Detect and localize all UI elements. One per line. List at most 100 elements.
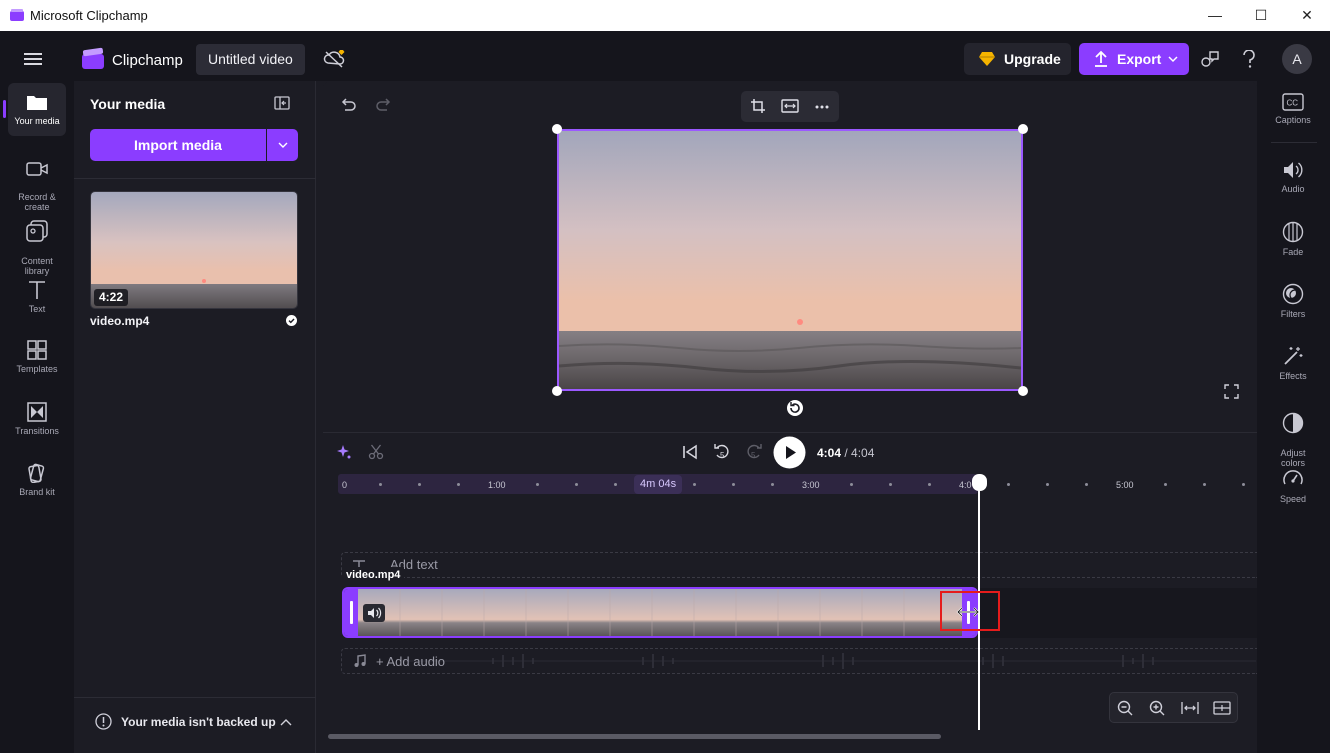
ruler-tick bbox=[379, 483, 382, 486]
zoom-out-icon[interactable] bbox=[1117, 700, 1133, 716]
rail-audio[interactable]: Audio bbox=[1262, 160, 1324, 194]
rail-transitions[interactable]: Transitions bbox=[8, 402, 66, 438]
maximize-button[interactable]: ☐ bbox=[1238, 4, 1284, 26]
minimize-button[interactable]: — bbox=[1192, 4, 1238, 26]
fit-icon[interactable] bbox=[781, 99, 799, 113]
chevron-down-icon bbox=[1168, 56, 1178, 63]
resize-handle[interactable] bbox=[1018, 386, 1028, 396]
rail-adjust-colors[interactable]: Adjust colors bbox=[1262, 402, 1324, 468]
resize-handle[interactable] bbox=[1018, 124, 1028, 134]
feedback-icon[interactable] bbox=[1200, 50, 1220, 68]
more-options-icon[interactable] bbox=[815, 105, 829, 109]
active-rail-indicator bbox=[3, 100, 6, 118]
rail-record-create[interactable]: Record & create bbox=[8, 150, 66, 212]
project-name-field[interactable]: Untitled video bbox=[196, 44, 305, 75]
export-button[interactable]: Export bbox=[1079, 43, 1189, 75]
rail-label: Templates bbox=[16, 364, 58, 374]
text-track[interactable] bbox=[341, 552, 1257, 578]
window-titlebar: Microsoft Clipchamp — ☐ ✕ bbox=[0, 0, 1330, 31]
video-clip[interactable] bbox=[342, 587, 978, 638]
backup-status-bar[interactable]: Your media isn't backed up bbox=[74, 697, 316, 753]
ruler-tick-label: 1:00 bbox=[488, 480, 506, 490]
rail-label: Content library bbox=[21, 256, 53, 276]
rail-label: Captions bbox=[1275, 115, 1311, 125]
music-note-icon bbox=[354, 654, 366, 667]
import-options-button[interactable] bbox=[267, 129, 298, 161]
fit-timeline-icon[interactable] bbox=[1181, 701, 1199, 715]
app-name: Clipchamp bbox=[112, 52, 183, 69]
rail-your-media[interactable]: Your media bbox=[8, 83, 66, 136]
split-scissors-icon[interactable] bbox=[368, 444, 384, 460]
rail-label: Adjust colors bbox=[1280, 448, 1306, 468]
resize-handle[interactable] bbox=[552, 386, 562, 396]
skip-to-start-icon[interactable] bbox=[682, 444, 698, 460]
rotate-icon[interactable] bbox=[786, 399, 804, 417]
folder-icon bbox=[27, 96, 47, 110]
speedometer-icon bbox=[1283, 470, 1303, 485]
playhead-handle[interactable] bbox=[972, 474, 987, 491]
ruler-tick-label: 3:00 bbox=[802, 480, 820, 490]
rail-text[interactable]: Text bbox=[8, 280, 66, 316]
rail-brand-kit[interactable]: Brand kit bbox=[8, 463, 66, 499]
rewind-5-icon[interactable]: 5 bbox=[713, 442, 731, 462]
play-button[interactable] bbox=[773, 436, 806, 469]
rail-filters[interactable]: Filters bbox=[1262, 283, 1324, 319]
brand-kit-icon bbox=[28, 463, 45, 483]
rail-content-library[interactable]: Content library bbox=[8, 210, 66, 276]
rail-templates[interactable]: Templates bbox=[8, 340, 66, 376]
ruler-tick bbox=[1007, 483, 1010, 486]
ruler-tick-label: 5:00 bbox=[1116, 480, 1134, 490]
timeline-zoom-controls bbox=[1109, 692, 1238, 723]
ruler-tick bbox=[1242, 483, 1245, 486]
info-icon bbox=[95, 713, 112, 730]
ruler-tick-label: 4:0 bbox=[959, 480, 972, 490]
help-icon[interactable] bbox=[1242, 50, 1256, 68]
close-button[interactable]: ✕ bbox=[1284, 4, 1330, 26]
collapse-panel-icon[interactable] bbox=[274, 96, 290, 110]
track-empty-area bbox=[978, 588, 1257, 638]
ruler-tick bbox=[418, 483, 421, 486]
upload-icon bbox=[1095, 50, 1107, 67]
video-preview[interactable] bbox=[557, 129, 1023, 391]
timeline-horizontal-scrollbar[interactable] bbox=[328, 734, 941, 739]
divider bbox=[1271, 142, 1317, 143]
crop-icon[interactable] bbox=[750, 98, 766, 114]
audio-track[interactable] bbox=[341, 648, 1257, 674]
expand-tracks-icon[interactable] bbox=[1213, 701, 1231, 715]
rail-label: Brand kit bbox=[19, 487, 55, 497]
rail-label: Your media bbox=[14, 116, 60, 126]
rail-effects[interactable]: Effects bbox=[1262, 345, 1324, 381]
ruler-tick bbox=[1203, 483, 1206, 486]
ruler-tick bbox=[889, 483, 892, 486]
window-title: Microsoft Clipchamp bbox=[30, 8, 148, 23]
hamburger-menu-icon[interactable] bbox=[24, 52, 42, 66]
undo-icon[interactable] bbox=[340, 96, 356, 112]
rail-label: Speed bbox=[1279, 494, 1307, 504]
speaker-icon[interactable] bbox=[363, 604, 385, 622]
forward-5-icon[interactable]: 5 bbox=[745, 442, 763, 462]
upgrade-button[interactable]: Upgrade bbox=[964, 43, 1071, 75]
rail-captions[interactable]: CC Captions bbox=[1262, 93, 1324, 125]
rail-speed[interactable]: Speed bbox=[1262, 468, 1324, 504]
sunset-video-frame bbox=[559, 131, 1021, 389]
redo-icon[interactable] bbox=[376, 96, 392, 112]
import-media-button[interactable]: Import media bbox=[90, 129, 266, 161]
text-icon bbox=[29, 281, 45, 299]
svg-text:5: 5 bbox=[751, 451, 756, 460]
rail-fade[interactable]: Fade bbox=[1262, 221, 1324, 257]
user-avatar[interactable]: A bbox=[1282, 44, 1312, 74]
zoom-in-icon[interactable] bbox=[1149, 700, 1165, 716]
rail-label: Filters bbox=[1280, 309, 1306, 319]
resize-handle[interactable] bbox=[552, 124, 562, 134]
fullscreen-icon[interactable] bbox=[1224, 384, 1239, 399]
backup-off-icon[interactable] bbox=[323, 48, 347, 70]
ai-sparkle-icon[interactable] bbox=[336, 444, 352, 460]
clip-name-label: video.mp4 bbox=[342, 567, 405, 584]
add-audio-label: + Add audio bbox=[376, 654, 446, 669]
rail-label: Effects bbox=[1279, 371, 1307, 381]
export-label: Export bbox=[1117, 51, 1162, 67]
ruler-tick bbox=[850, 483, 853, 486]
camera-icon bbox=[26, 162, 48, 176]
chevron-up-icon[interactable] bbox=[280, 718, 292, 726]
transitions-icon bbox=[27, 402, 47, 422]
